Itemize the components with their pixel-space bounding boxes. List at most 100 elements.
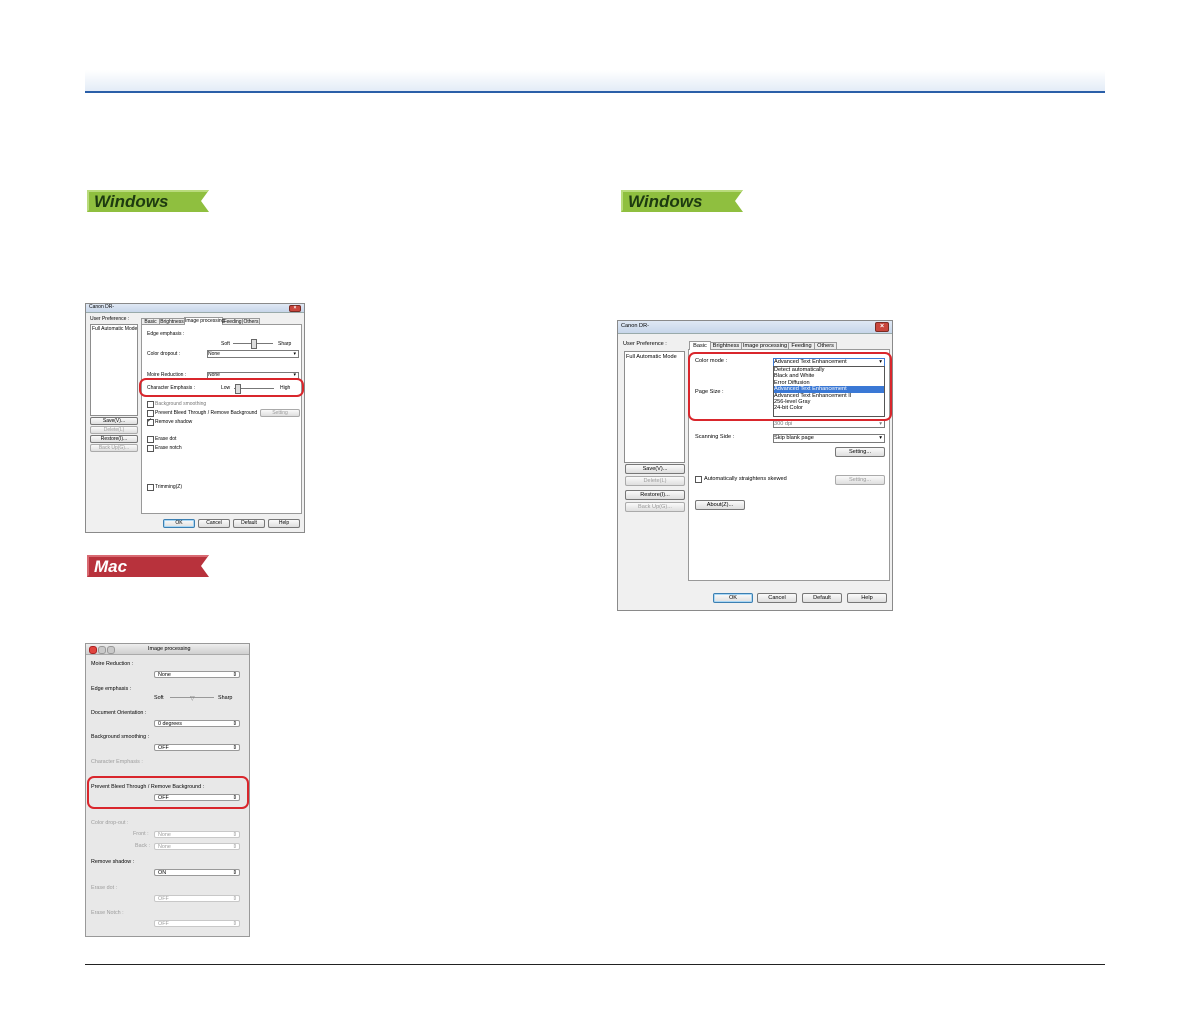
scanning-side-label: Scanning Side : — [695, 434, 735, 440]
erase-dot-checkbox[interactable] — [147, 436, 154, 443]
list-item[interactable]: Full Automatic Mode — [626, 354, 677, 360]
prevent-bleed-checkbox[interactable] — [147, 410, 154, 417]
title-bar: Canon DR- × — [86, 304, 304, 313]
erase-dot-value: OFF — [158, 896, 169, 902]
delete-button[interactable]: Delete(L) — [625, 476, 685, 486]
color-dropout-label: Color dropout : — [147, 351, 181, 357]
trimming-label: Trimming(Z) — [155, 484, 183, 490]
back-value: None — [158, 844, 171, 850]
title-bar: Image processing — [86, 644, 249, 655]
default-button[interactable]: Default — [802, 593, 842, 603]
erase-notch-value: OFF — [158, 921, 169, 927]
document-orientation-value: 0 degrees — [158, 721, 182, 727]
auto-straighten-setting-button[interactable]: Setting... — [835, 475, 885, 485]
ok-button[interactable]: OK — [163, 519, 195, 528]
updown-arrow-icon: ⇕ — [232, 921, 237, 927]
document-orientation-select[interactable]: 0 degrees ⇕ — [154, 720, 240, 727]
save-button[interactable]: Save(V)... — [90, 417, 138, 425]
about-button[interactable]: About(Z)... — [695, 500, 745, 510]
dialog-title: Canon DR- — [89, 304, 115, 310]
updown-arrow-icon: ⇕ — [232, 832, 237, 838]
tab-image-processing[interactable]: Image processing — [184, 317, 224, 325]
color-dropout-select[interactable]: None ▾ — [207, 350, 299, 358]
color-dropout-value: None — [208, 351, 220, 357]
user-preference-list[interactable]: Full Automatic Mode — [90, 324, 138, 416]
scanning-side-select[interactable]: Skip blank page ▾ — [773, 434, 885, 443]
help-button[interactable]: Help — [847, 593, 887, 603]
default-button[interactable]: Default — [233, 519, 265, 528]
erase-dot-label: Erase dot — [155, 436, 177, 442]
updown-arrow-icon: ⇕ — [232, 844, 237, 850]
dots-per-inch-select[interactable]: 300 dpi ▾ — [773, 420, 885, 428]
user-preference-label: User Preference : — [623, 341, 667, 347]
erase-dot-label: Erase dot : — [91, 885, 118, 891]
front-select[interactable]: None ⇕ — [154, 831, 240, 838]
tab-basic[interactable]: Basic — [689, 341, 711, 350]
list-item[interactable]: Full Automatic Mode — [92, 326, 137, 332]
windows-badge: Windows — [621, 190, 743, 212]
title-bar: Canon DR- × — [618, 321, 892, 334]
backup-button[interactable]: Back Up(G)... — [625, 502, 685, 512]
cancel-button[interactable]: Cancel — [757, 593, 797, 603]
restore-button[interactable]: Restore(I)... — [625, 490, 685, 500]
remove-shadow-label: Remove shadow — [155, 419, 193, 425]
ok-button[interactable]: OK — [713, 593, 753, 603]
window-title: Image processing — [148, 646, 191, 652]
windows-badge: Windows — [87, 190, 209, 212]
updown-arrow-icon: ⇕ — [232, 672, 237, 678]
soft-label: Soft — [154, 695, 164, 701]
background-smoothing-label: Background smoothing : — [91, 734, 150, 740]
dialog-title: Canon DR- — [621, 323, 649, 329]
settings-dialog-image-processing: Canon DR- × User Preference : Full Autom… — [85, 303, 305, 533]
color-mode-options[interactable]: Detect automatically Black and White Err… — [773, 366, 885, 417]
erase-notch-select[interactable]: OFF ⇕ — [154, 920, 240, 927]
updown-arrow-icon: ⇕ — [232, 721, 237, 727]
remove-shadow-select[interactable]: ON ⇕ — [154, 869, 240, 876]
delete-button[interactable]: Delete(L) — [90, 426, 138, 434]
help-button[interactable]: Help — [268, 519, 300, 528]
background-smoothing-value: OFF — [158, 745, 169, 751]
updown-arrow-icon: ⇕ — [232, 745, 237, 751]
save-button[interactable]: Save(V)... — [625, 464, 685, 474]
user-preference-list[interactable]: Full Automatic Mode — [624, 351, 685, 463]
front-value: None — [158, 832, 171, 838]
dropdown-arrow-icon: ▾ — [293, 351, 296, 357]
tab-panel: Edge emphasis : Soft Sharp Color dropout… — [141, 324, 302, 514]
document-orientation-label: Document Orientation : — [91, 710, 147, 716]
edge-emphasis-thumb[interactable] — [251, 339, 257, 349]
close-icon[interactable]: × — [875, 322, 889, 332]
bg-smoothing-checkbox[interactable] — [147, 401, 154, 408]
minimize-icon[interactable] — [98, 646, 106, 654]
zoom-icon[interactable] — [107, 646, 115, 654]
trimming-checkbox[interactable] — [147, 484, 154, 491]
slider-thumb-icon[interactable]: ▽ — [190, 695, 195, 702]
erase-dot-select[interactable]: OFF ⇕ — [154, 895, 240, 902]
prevent-bleed-setting-button[interactable]: Setting — [260, 409, 300, 417]
updown-arrow-icon: ⇕ — [232, 870, 237, 876]
sharp-label: Sharp — [218, 695, 233, 701]
erase-notch-label: Erase Notch : — [91, 910, 124, 916]
windows-badge-label: Windows — [94, 192, 168, 211]
color-dropout-label: Color drop-out : — [91, 820, 129, 826]
highlight-character-emphasis — [139, 378, 304, 397]
background-smoothing-select[interactable]: OFF ⇕ — [154, 744, 240, 751]
cancel-button[interactable]: Cancel — [198, 519, 230, 528]
windows-badge-label: Windows — [628, 192, 702, 211]
moire-reduction-select[interactable]: None ⇕ — [154, 671, 240, 678]
remove-shadow-value: ON — [158, 870, 167, 876]
prevent-bleed-label: Prevent Bleed Through / Remove Backgroun… — [155, 410, 258, 416]
auto-straighten-checkbox[interactable] — [695, 476, 702, 483]
option-24-bit-color[interactable]: 24-bit Color — [774, 405, 884, 411]
front-label: Front : — [133, 831, 149, 837]
back-select[interactable]: None ⇕ — [154, 843, 240, 850]
auto-straighten-label: Automatically straightens skewed — [704, 476, 787, 482]
close-icon[interactable]: × — [289, 305, 301, 312]
dropdown-arrow-icon: ▾ — [879, 421, 882, 427]
updown-arrow-icon: ⇕ — [232, 896, 237, 902]
close-icon[interactable] — [89, 646, 97, 654]
backup-button[interactable]: Back Up(G)... — [90, 444, 138, 452]
restore-button[interactable]: Restore(I)... — [90, 435, 138, 443]
soft-label: Soft — [221, 341, 230, 347]
erase-notch-checkbox[interactable] — [147, 445, 154, 452]
scanning-side-setting-button[interactable]: Setting... — [835, 447, 885, 457]
